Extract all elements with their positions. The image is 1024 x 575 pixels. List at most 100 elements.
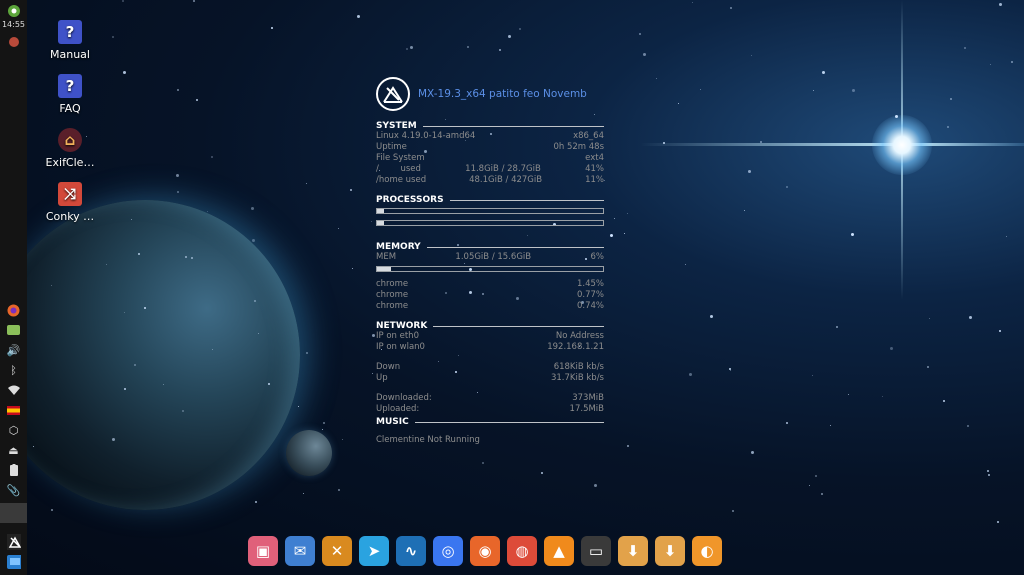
system-monitor-icon[interactable]: ∿ — [396, 536, 426, 566]
cpu1-bar — [376, 208, 604, 214]
star — [371, 334, 375, 338]
firefox-tray-icon[interactable] — [7, 303, 21, 317]
thunderbird-icon[interactable]: ✉ — [285, 536, 315, 566]
star — [371, 372, 373, 374]
star — [297, 406, 299, 408]
star-flare-horizontal — [640, 143, 1024, 146]
telegram-icon[interactable]: ➤ — [359, 536, 389, 566]
package-installer-icon[interactable]: ⬇ — [618, 536, 648, 566]
star — [624, 232, 626, 234]
battery-icon[interactable] — [7, 463, 21, 477]
keyboard-layout-flag-icon[interactable] — [7, 403, 21, 417]
show-desktop-icon[interactable] — [6, 555, 21, 569]
star — [1005, 236, 1007, 238]
clementine-icon[interactable]: ◐ — [692, 536, 722, 566]
music-section-heading: MUSIC — [376, 417, 604, 427]
star — [643, 52, 647, 56]
star — [212, 348, 214, 350]
star — [730, 369, 731, 371]
desktop-icon-label: FAQ — [59, 102, 81, 115]
star — [1011, 60, 1014, 63]
star — [322, 429, 324, 431]
star — [890, 346, 894, 350]
star — [709, 315, 713, 319]
terminal-icon[interactable]: ▭ — [581, 536, 611, 566]
star — [785, 185, 788, 188]
mx-logo-tray-icon[interactable] — [6, 534, 21, 550]
volume-icon[interactable]: 🔊 — [7, 343, 21, 357]
star — [196, 98, 199, 101]
bright-star — [872, 115, 932, 175]
star — [322, 422, 325, 425]
chrome-icon[interactable]: ◍ — [507, 536, 537, 566]
vlc-icon[interactable]: ▲ — [544, 536, 574, 566]
star — [406, 47, 409, 50]
desktop-icon-conky[interactable]: ⤨ Conky … — [35, 182, 105, 223]
star — [370, 221, 372, 223]
star — [966, 425, 969, 428]
signal-icon[interactable]: ◎ — [433, 536, 463, 566]
process-row: chrome 0.74% — [376, 301, 604, 311]
memory-section-heading: MEMORY — [376, 242, 604, 252]
star — [678, 102, 680, 104]
star — [604, 180, 606, 182]
mem-row: MEM 1.05GiB / 15.6GiB 6% — [376, 252, 604, 262]
star — [656, 77, 658, 79]
star — [350, 189, 353, 192]
processors-section-heading: PROCESSORS — [376, 195, 604, 205]
desktop-icon-label: Manual — [50, 48, 90, 61]
star — [852, 89, 856, 93]
panel-window-button[interactable] — [0, 503, 27, 523]
star — [785, 421, 788, 424]
gallery-icon[interactable]: ▣ — [248, 536, 278, 566]
bluetooth-icon[interactable]: ᛒ — [7, 363, 21, 377]
star — [182, 409, 185, 412]
star — [207, 210, 209, 212]
star — [836, 325, 839, 328]
conky-header: MX-19.3_x64 patito feo Novemb — [376, 76, 604, 112]
star — [175, 174, 179, 178]
eject-icon[interactable]: ⏏ — [7, 443, 21, 457]
firefox-icon[interactable]: ◉ — [470, 536, 500, 566]
desktop-icon-label: Conky … — [45, 210, 95, 223]
star — [613, 217, 615, 219]
star — [847, 393, 849, 395]
filesystem-row: File System ext4 — [376, 153, 604, 163]
planet-small — [286, 430, 332, 476]
star — [162, 383, 164, 385]
memory-bar — [376, 266, 604, 272]
star — [143, 306, 146, 309]
package-icon[interactable]: ⬡ — [7, 423, 21, 437]
updater-icon[interactable] — [7, 35, 21, 49]
panel-clock[interactable]: 14:55 — [2, 20, 25, 29]
mx-menu-icon[interactable] — [7, 4, 21, 18]
help-icon: ? — [58, 20, 82, 44]
system-section-heading: SYSTEM — [376, 121, 604, 131]
wifi-icon[interactable] — [7, 383, 21, 397]
star — [251, 238, 255, 242]
xfce-app-icon[interactable]: ✕ — [322, 536, 352, 566]
star — [51, 508, 54, 511]
star — [626, 212, 628, 214]
star — [122, 0, 125, 3]
star — [466, 45, 469, 48]
star — [112, 36, 115, 39]
star — [820, 493, 823, 496]
desktop-icon-manual[interactable]: ? Manual — [35, 20, 105, 61]
star — [700, 89, 702, 91]
star — [751, 451, 755, 455]
star — [499, 49, 502, 52]
star — [541, 472, 544, 475]
desktop-icon-faq[interactable]: ? FAQ — [35, 74, 105, 115]
files-tray-icon[interactable] — [7, 323, 21, 337]
star — [609, 233, 613, 237]
desktop-icon-exifcleaner[interactable]: ⌂ ExifCle… — [35, 128, 105, 169]
uploaded-row: Uploaded: 17.5MiB — [376, 404, 604, 414]
star — [267, 382, 270, 385]
kernel-row: Linux 4.19.0-14-amd64 x86_64 — [376, 131, 604, 141]
download-icon[interactable]: ⬇ — [655, 536, 685, 566]
star — [685, 264, 687, 266]
clipboard-icon[interactable]: 📎 — [7, 483, 21, 497]
dock: ▣ ✉ ✕ ➤ ∿ ◎ ◉ ◍ ▲ ▭ ⬇ ⬇ ◐ — [248, 536, 722, 570]
star — [302, 493, 304, 495]
